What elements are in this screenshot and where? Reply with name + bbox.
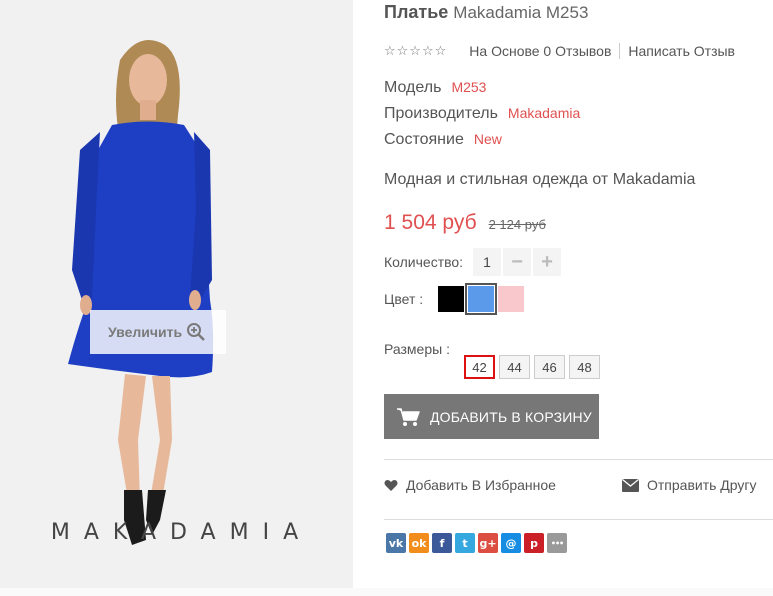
quantity-row: Количество: − + <box>384 248 562 276</box>
facebook-icon[interactable]: f <box>432 533 452 553</box>
title-model: Makadamia M253 <box>453 3 589 22</box>
wishlist-label: Добавить В Избранное <box>406 477 556 493</box>
color-row: Цвет : <box>384 283 525 315</box>
size-options: 42 44 46 48 <box>464 355 604 379</box>
mailru-icon[interactable]: @ <box>501 533 521 553</box>
quantity-label: Количество: <box>384 254 464 270</box>
zoom-button[interactable]: Увеличить <box>90 310 226 354</box>
attr-manufacturer: Производитель Makadamia <box>384 105 580 123</box>
twitter-icon[interactable]: t <box>455 533 475 553</box>
attr-label: Производитель <box>384 105 498 122</box>
add-to-cart-label: ДОБАВИТЬ В КОРЗИНУ <box>430 408 592 425</box>
qty-minus-button[interactable]: − <box>503 248 532 276</box>
send-to-friend-link[interactable]: Отправить Другу <box>622 477 757 493</box>
pinterest-icon[interactable]: p <box>524 533 544 553</box>
vk-icon[interactable]: vk <box>386 533 406 553</box>
attr-model: Модель M253 <box>384 79 486 97</box>
color-swatch-pink[interactable] <box>498 286 525 312</box>
bottom-divider <box>0 588 773 596</box>
write-review-link[interactable]: Написать Отзыв <box>628 43 735 59</box>
title-main: Платье <box>384 2 449 22</box>
attr-value[interactable]: M253 <box>451 79 486 95</box>
odnoklassniki-icon[interactable]: ok <box>409 533 429 553</box>
brand-watermark: MAKADAMIA <box>50 520 313 545</box>
size-option-42[interactable]: 42 <box>464 355 495 379</box>
googleplus-icon[interactable]: g+ <box>478 533 498 553</box>
product-title: Платье Makadamia M253 <box>384 2 588 23</box>
attr-value[interactable]: Makadamia <box>508 105 580 121</box>
old-price: 2 124 руб <box>488 217 546 232</box>
rating-stars-icon: ☆☆☆☆☆ <box>384 43 448 58</box>
size-option-44[interactable]: 44 <box>499 355 530 379</box>
size-option-48[interactable]: 48 <box>569 355 600 379</box>
qty-plus-button[interactable]: + <box>533 248 562 276</box>
divider <box>384 459 773 460</box>
envelope-icon <box>622 478 639 492</box>
attr-condition: Состояние New <box>384 131 502 149</box>
sizes-label: Размеры : <box>384 341 450 357</box>
product-image[interactable]: Увеличить MAKADAMIA <box>0 0 353 588</box>
send-to-friend-label: Отправить Другу <box>647 477 757 493</box>
color-label: Цвет : <box>384 291 424 307</box>
more-icon[interactable]: ••• <box>547 533 567 553</box>
rating-row: ☆☆☆☆☆ На Основе 0 Отзывов Написать Отзыв <box>384 43 735 59</box>
divider <box>384 519 773 520</box>
divider <box>619 43 621 59</box>
model-photo <box>0 0 353 588</box>
add-to-cart-button[interactable]: ДОБАВИТЬ В КОРЗИНУ <box>384 394 599 439</box>
heart-icon <box>384 479 398 491</box>
price-row: 1 504 руб 2 124 руб <box>384 211 546 235</box>
wishlist-link[interactable]: Добавить В Избранное <box>384 477 556 493</box>
zoom-label: Увеличить <box>108 324 183 340</box>
product-description: Модная и стильная одежда от Makadamia <box>384 171 696 188</box>
color-swatch-blue[interactable] <box>465 283 498 315</box>
attr-value: New <box>473 131 502 147</box>
zoom-in-icon <box>187 323 205 341</box>
cart-icon <box>397 407 420 426</box>
color-swatch-black[interactable] <box>438 286 465 312</box>
attr-label: Состояние <box>384 131 464 148</box>
size-option-46[interactable]: 46 <box>534 355 565 379</box>
social-share: vk ok f t g+ @ p ••• <box>386 533 570 553</box>
current-price: 1 504 руб <box>384 211 477 234</box>
quantity-input[interactable] <box>473 248 502 276</box>
attr-label: Модель <box>384 79 442 96</box>
reviews-link[interactable]: На Основе 0 Отзывов <box>469 43 611 59</box>
